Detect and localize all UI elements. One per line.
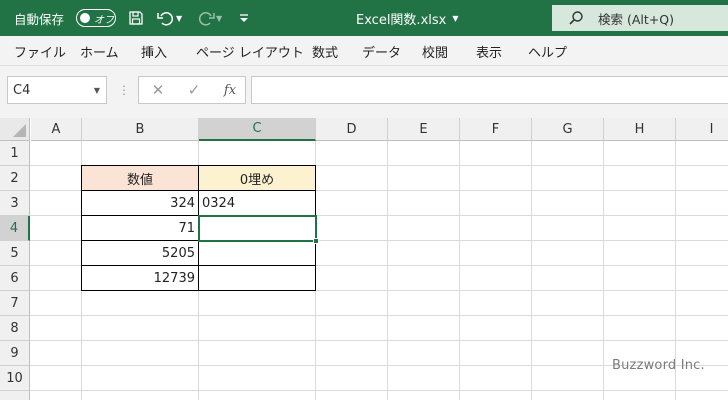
name-box[interactable]: C4 ▼ xyxy=(7,76,107,104)
column-header-a[interactable]: A xyxy=(31,118,82,141)
name-box-dropdown-icon[interactable]: ▼ xyxy=(94,86,100,95)
select-all-corner[interactable] xyxy=(0,118,30,141)
worksheet-grid: A B C D E F G H I 1 2 3 4 5 6 7 8 9 10 数… xyxy=(0,118,728,400)
customize-toolbar-icon[interactable] xyxy=(232,0,256,36)
cell-b3[interactable]: 324 xyxy=(82,191,198,215)
gridline-h xyxy=(30,290,728,291)
gridline-h xyxy=(30,315,728,316)
cell-c2[interactable]: 0埋め xyxy=(199,166,315,190)
column-header-f[interactable]: F xyxy=(460,118,532,141)
formula-tools: ✕ ✓ fx xyxy=(138,76,246,104)
cell-b4[interactable]: 71 xyxy=(82,216,198,240)
row-header-7[interactable]: 7 xyxy=(0,291,30,316)
name-box-value: C4 xyxy=(13,82,31,98)
search-icon xyxy=(569,11,583,25)
row-header-3[interactable]: 3 xyxy=(0,191,30,216)
row-header-6[interactable]: 6 xyxy=(0,266,30,291)
column-header-h[interactable]: H xyxy=(604,118,676,141)
row-header-11[interactable] xyxy=(0,391,30,400)
select-all-triangle-icon xyxy=(13,124,26,137)
cell-c6[interactable] xyxy=(199,266,315,290)
formula-input[interactable] xyxy=(251,76,728,104)
search-box[interactable]: 検索 (Alt+Q) xyxy=(552,5,728,31)
redo-dropdown-icon[interactable]: ▼ xyxy=(216,0,228,36)
undo-dropdown-icon[interactable]: ▼ xyxy=(176,0,188,36)
active-cell-selection[interactable] xyxy=(198,215,317,242)
file-title-caret-icon: ▼ xyxy=(452,13,459,23)
cancel-icon[interactable]: ✕ xyxy=(143,77,173,103)
row-header-1[interactable]: 1 xyxy=(0,141,30,166)
menu-data[interactable]: データ xyxy=(362,36,401,66)
menu-file[interactable]: ファイル xyxy=(14,36,66,66)
column-header-b[interactable]: B xyxy=(82,118,199,141)
menu-page-layout[interactable]: ページ レイアウト xyxy=(196,36,304,66)
gridline-v xyxy=(531,141,532,400)
formula-bar-grip-icon[interactable]: ⋮ xyxy=(118,76,130,104)
cell-b5[interactable]: 5205 xyxy=(82,241,198,265)
cell-c3[interactable]: 0324 xyxy=(199,191,315,215)
autosave-toggle[interactable]: オフ xyxy=(76,9,116,27)
row-header-9[interactable]: 9 xyxy=(0,341,30,366)
watermark-text: Buzzword Inc. xyxy=(612,358,705,373)
autosave-label: 自動保存 xyxy=(14,11,65,27)
gridline-h xyxy=(30,340,728,341)
fill-handle[interactable] xyxy=(313,238,319,244)
menu-view[interactable]: 表示 xyxy=(476,36,502,66)
file-title-text: Excel関数.xlsx xyxy=(356,12,447,28)
menu-home[interactable]: ホーム xyxy=(80,36,119,66)
gridline-v xyxy=(603,141,604,400)
menu-bar: ファイル ホーム 挿入 ページ レイアウト 数式 データ 校閲 表示 ヘルプ xyxy=(0,36,728,66)
gridline-v xyxy=(387,141,388,400)
search-placeholder: 検索 (Alt+Q) xyxy=(598,11,674,27)
column-header-g[interactable]: G xyxy=(532,118,604,141)
row-header-8[interactable]: 8 xyxy=(0,316,30,341)
column-header-c[interactable]: C xyxy=(199,118,316,141)
row-header-2[interactable]: 2 xyxy=(0,166,30,191)
row-header-4[interactable]: 4 xyxy=(0,216,30,241)
cell-c5[interactable] xyxy=(199,241,315,265)
menu-review[interactable]: 校閲 xyxy=(422,36,448,66)
row-header-10[interactable]: 10 xyxy=(0,366,30,391)
insert-function-button[interactable]: fx xyxy=(215,77,245,103)
title-bar: 自動保存 オフ ▼ ▼ Excel関数.xlsx ▼ 検索 (Alt+Q) xyxy=(0,0,728,36)
enter-check-icon[interactable]: ✓ xyxy=(179,77,209,103)
menu-insert[interactable]: 挿入 xyxy=(141,36,167,66)
autosave-state: オフ xyxy=(94,14,114,26)
table-divider-h xyxy=(81,190,316,191)
table-divider-h xyxy=(81,265,316,266)
save-icon[interactable] xyxy=(124,0,148,36)
gridline-h xyxy=(30,390,728,391)
column-header-d[interactable]: D xyxy=(316,118,388,141)
formula-area: C4 ▼ ⋮ ✕ ✓ fx xyxy=(0,66,728,118)
undo-icon[interactable] xyxy=(154,0,178,36)
gridline-v xyxy=(315,141,316,400)
cell-b2[interactable]: 数値 xyxy=(82,166,198,190)
file-title[interactable]: Excel関数.xlsx ▼ xyxy=(356,0,459,36)
menu-help[interactable]: ヘルプ xyxy=(528,36,567,66)
column-header-e[interactable]: E xyxy=(388,118,460,141)
row-header-5[interactable]: 5 xyxy=(0,241,30,266)
menu-formulas[interactable]: 数式 xyxy=(312,36,338,66)
column-header-i[interactable]: I xyxy=(676,118,728,141)
toggle-knob xyxy=(80,13,90,23)
gridline-v xyxy=(459,141,460,400)
cell-b6[interactable]: 12739 xyxy=(82,266,198,290)
redo-icon[interactable] xyxy=(194,0,218,36)
